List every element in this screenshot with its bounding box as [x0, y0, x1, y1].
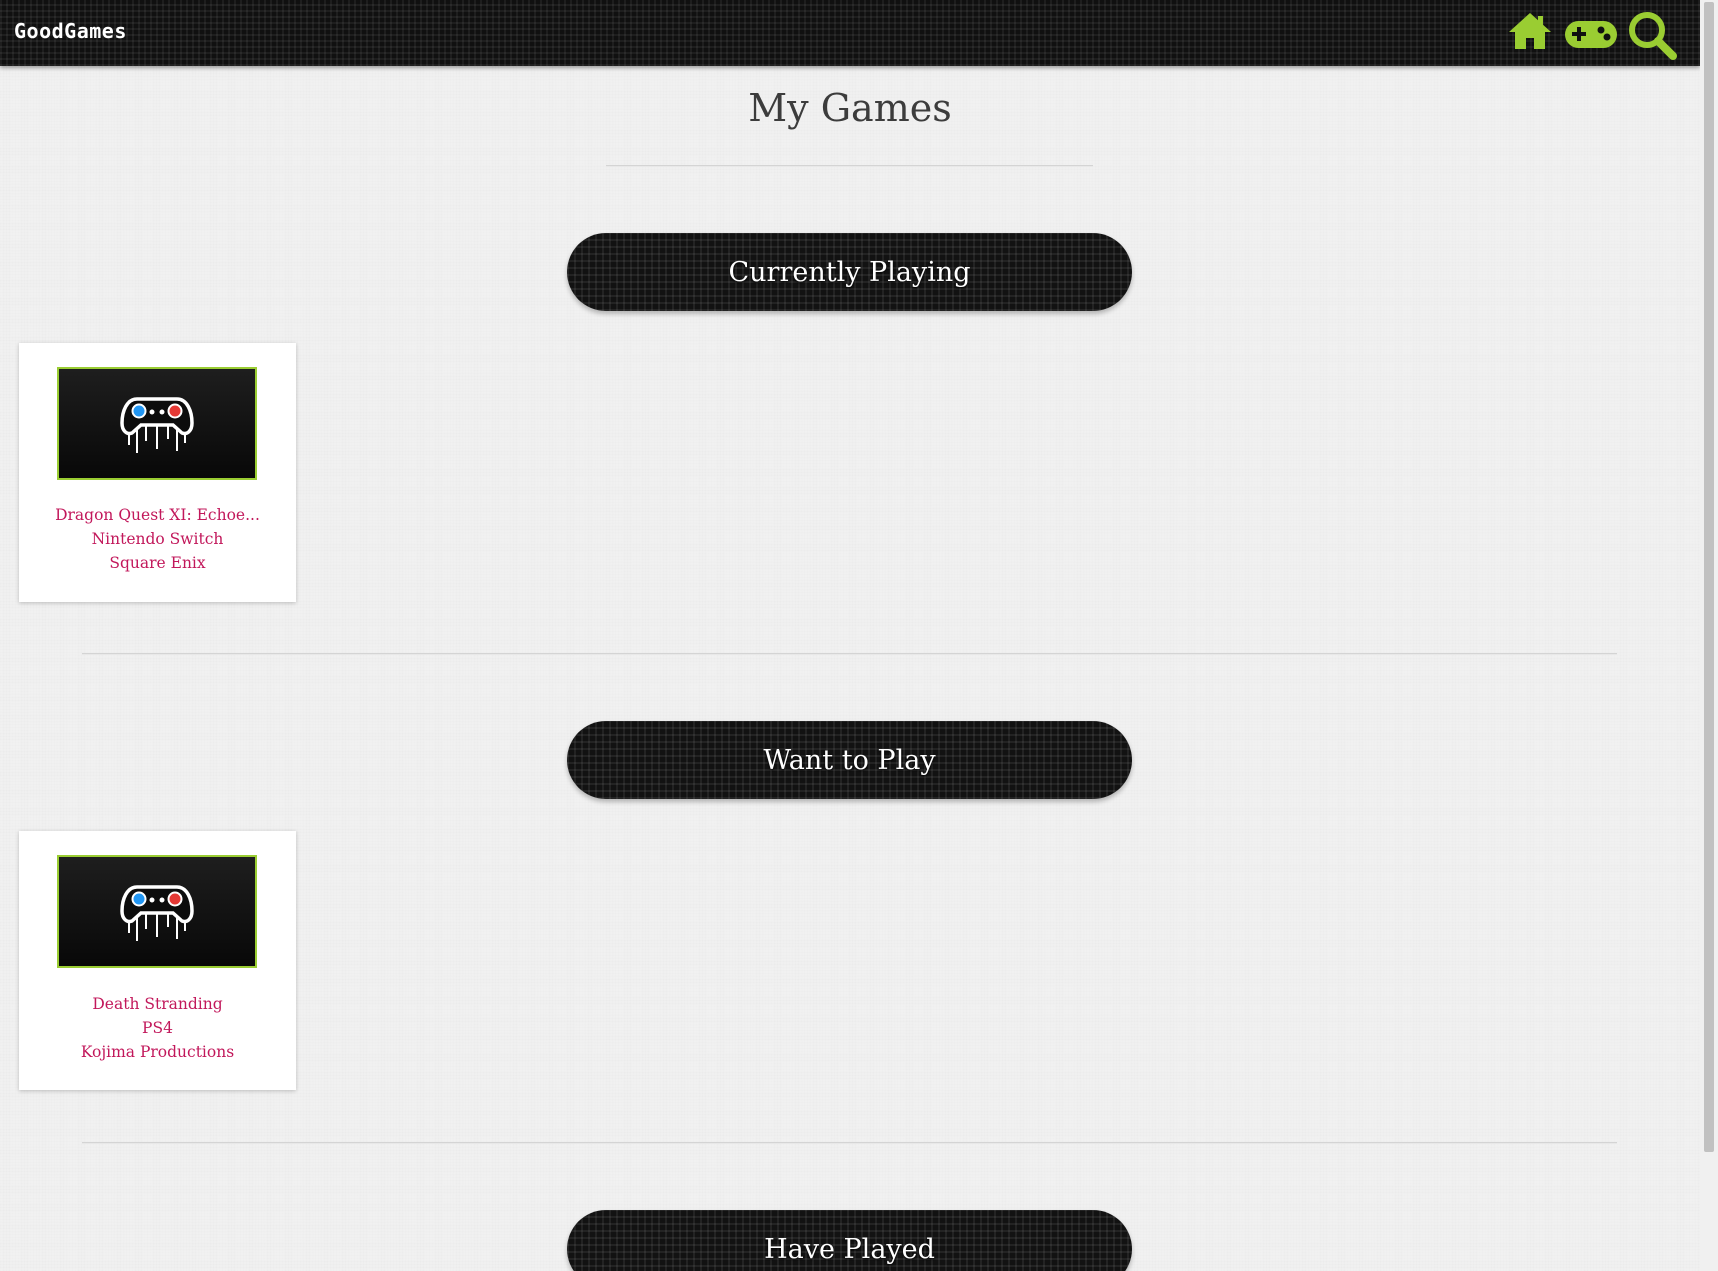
brand-logo[interactable]: GoodGames [14, 19, 127, 43]
section-divider [82, 1142, 1617, 1144]
game-title-link[interactable]: Death Stranding [19, 995, 296, 1013]
top-navbar: GoodGames [0, 0, 1700, 66]
page-scrollbar[interactable] [1700, 0, 1718, 1271]
game-cover-image [57, 855, 257, 968]
controller-logo-icon [120, 396, 194, 453]
gamepad-add-icon[interactable] [1564, 17, 1618, 51]
page-title: My Games [748, 86, 952, 130]
search-icon[interactable] [1627, 10, 1677, 60]
controller-logo-icon [120, 884, 194, 941]
section-divider [82, 653, 1617, 655]
section-header-have-played: Have Played [567, 1210, 1132, 1271]
game-publisher-link[interactable]: Square Enix [19, 554, 296, 572]
game-platform-link[interactable]: Nintendo Switch [19, 530, 296, 548]
game-title-link[interactable]: Dragon Quest XI: Echoe... [19, 506, 296, 524]
game-card[interactable]: Dragon Quest XI: Echoe... Nintendo Switc… [19, 343, 296, 602]
game-cover-image [57, 367, 257, 480]
scrollbar-thumb[interactable] [1704, 2, 1714, 1152]
game-card[interactable]: Death Stranding PS4 Kojima Productions [19, 831, 296, 1090]
section-header-want-to-play: Want to Play [567, 721, 1132, 799]
section-header-currently-playing: Currently Playing [567, 233, 1132, 311]
game-platform-link[interactable]: PS4 [19, 1019, 296, 1037]
game-publisher-link[interactable]: Kojima Productions [19, 1043, 296, 1061]
title-divider [606, 165, 1093, 167]
home-icon[interactable] [1507, 11, 1553, 51]
